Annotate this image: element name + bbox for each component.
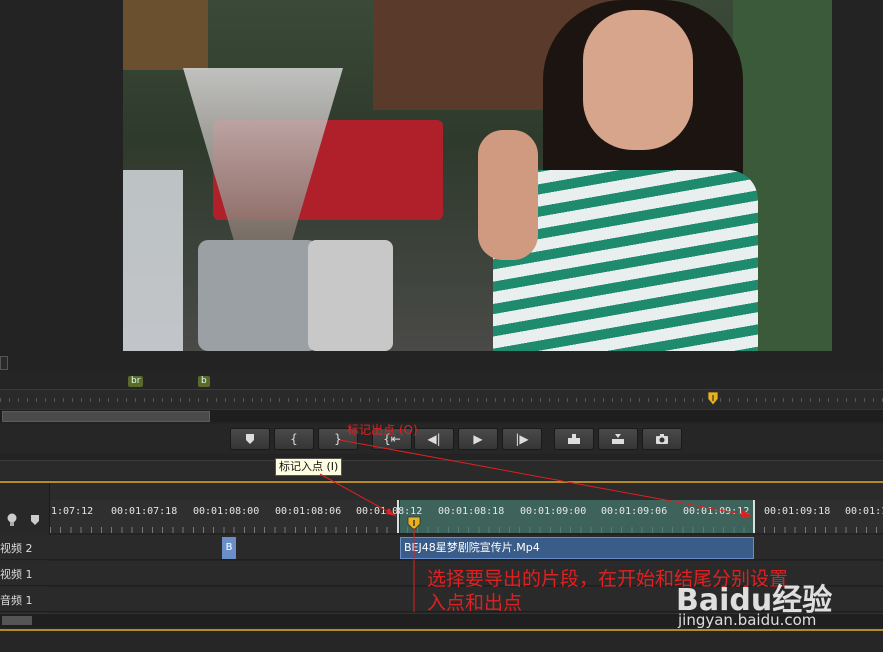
lightbulb-icon[interactable] (6, 513, 18, 527)
mark-in-tooltip: 标记入点 (I) (275, 458, 343, 476)
timecode-label: 00:01:08:00 (193, 506, 260, 517)
watermark-url: jingyan.baidu.com (678, 611, 817, 629)
monitor-mini-ruler[interactable] (0, 389, 883, 409)
marker-icon[interactable] (30, 514, 40, 526)
clip-small[interactable]: B (222, 537, 236, 559)
step-forward-button[interactable]: |▶ (502, 428, 542, 450)
mark-in-glyph: { (290, 432, 298, 446)
monitor-settings-handle[interactable] (0, 356, 8, 370)
track-label: 视频 1 (0, 568, 33, 581)
clip-main[interactable]: BEJ48星梦剧院宣传片.Mp4 (400, 537, 754, 559)
timecode-label: 00:01:08:06 (275, 506, 342, 517)
step-forward-glyph: |▶ (515, 432, 529, 446)
mark-out-glyph: } (334, 432, 342, 446)
person-hand (478, 130, 538, 260)
insert-icon (568, 434, 580, 444)
insert-button[interactable] (554, 428, 594, 450)
grinder-base (198, 240, 318, 351)
overwrite-button[interactable] (598, 428, 638, 450)
step-back-button[interactable]: ◀| (414, 428, 454, 450)
bottom-panel (0, 631, 883, 652)
camera-icon (656, 434, 668, 444)
program-monitor (0, 0, 883, 372)
track-label: 视频 2 (0, 542, 33, 555)
person-face (583, 10, 693, 150)
timecode-label: 00:01:07:18 (111, 506, 178, 517)
panel-divider (0, 460, 883, 480)
timecode-label: 00:01:08:18 (438, 506, 505, 517)
tamper (308, 240, 393, 351)
play-button[interactable]: ▶ (458, 428, 498, 450)
playhead-icon[interactable] (407, 516, 421, 532)
mark-in-button[interactable]: { (274, 428, 314, 450)
monitor-marker-row: br b (0, 372, 883, 390)
wall-sign (123, 0, 208, 70)
out-point-marker[interactable] (753, 500, 755, 533)
transport-controls: { } {⇤ ◀| ▶ |▶ (0, 424, 883, 454)
watermark: Baidu经验 jingyan.baidu.com (676, 575, 876, 630)
timecode-label: 00:01:09:12 (683, 506, 750, 517)
annotation-out-label: 标记出点 (O) (347, 423, 418, 437)
track-label: 音频 1 (0, 594, 33, 607)
marker-br[interactable]: br (128, 376, 144, 387)
marker-b[interactable]: b (198, 376, 210, 387)
cups-stack (123, 170, 183, 351)
annotation-main-line2: 入点和出点 (427, 592, 523, 614)
video-frame (123, 0, 832, 351)
timecode-label: 1:07:12 (51, 506, 94, 517)
add-marker-button[interactable] (230, 428, 270, 450)
mini-playhead-icon[interactable] (707, 391, 719, 407)
timecode-label: 00:01:09:18 (764, 506, 831, 517)
timecode-label: 00:01:1 (845, 506, 883, 517)
monitor-zoom-scrollbar[interactable] (0, 409, 883, 422)
timecode-label: 00:01:09:00 (520, 506, 587, 517)
timecode-label: 00:01:09:06 (601, 506, 668, 517)
step-back-glyph: ◀| (427, 432, 441, 446)
overwrite-icon (612, 434, 624, 444)
play-glyph: ▶ (473, 432, 483, 446)
export-frame-button[interactable] (642, 428, 682, 450)
marker-icon (246, 434, 254, 444)
